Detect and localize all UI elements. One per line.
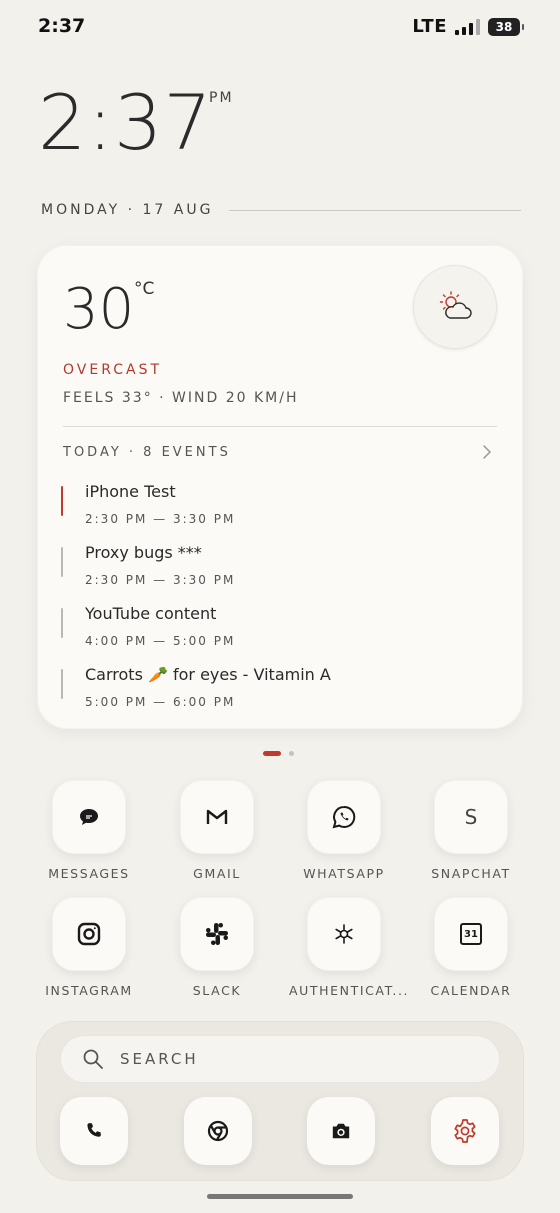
temperature-unit: °C bbox=[134, 279, 155, 299]
phone-icon bbox=[87, 1123, 101, 1137]
weather-icon-button[interactable] bbox=[413, 265, 497, 349]
messages-icon bbox=[80, 809, 98, 825]
gmail-icon bbox=[206, 809, 228, 824]
app-label: CALENDAR bbox=[430, 983, 512, 998]
whatsapp-icon bbox=[332, 805, 356, 829]
event-bar bbox=[61, 547, 63, 577]
clock-ampm: PM bbox=[209, 90, 234, 106]
status-time: 2:37 bbox=[38, 15, 86, 37]
date-divider bbox=[229, 209, 521, 211]
instagram-icon bbox=[77, 922, 101, 946]
calendar-icon-date: 31 bbox=[464, 928, 478, 940]
camera-icon bbox=[332, 1123, 350, 1139]
app-label: GMAIL bbox=[193, 866, 241, 881]
page-dot-active bbox=[263, 751, 281, 756]
search-label: SEARCH bbox=[120, 1050, 199, 1068]
event-time: 2:30 PM — 3:30 PM bbox=[85, 573, 236, 587]
battery-icon: 38 bbox=[488, 17, 524, 36]
app-label: SNAPCHAT bbox=[431, 866, 511, 881]
messages-app-icon[interactable] bbox=[52, 780, 126, 854]
settings-button[interactable] bbox=[431, 1097, 499, 1165]
chevron-right-icon[interactable] bbox=[481, 444, 493, 460]
event-time: 5:00 PM — 6:00 PM bbox=[85, 695, 236, 709]
app-instagram[interactable]: INSTAGRAM bbox=[34, 897, 144, 998]
event-title: YouTube content bbox=[85, 604, 217, 623]
authenticator-icon bbox=[335, 924, 353, 944]
calendar-icon: 31 bbox=[460, 923, 482, 945]
dock: SEARCH bbox=[36, 1021, 524, 1181]
slack-app-icon[interactable] bbox=[180, 897, 254, 971]
chrome-icon bbox=[207, 1120, 229, 1142]
status-indicators: LTE 38 bbox=[412, 16, 524, 37]
home-indicator[interactable] bbox=[207, 1194, 353, 1199]
event-bar bbox=[61, 669, 63, 699]
weather-details: FEELS 33° · WIND 20 KM/H bbox=[63, 390, 299, 406]
search-bar[interactable]: SEARCH bbox=[60, 1035, 500, 1083]
date-row: MONDAY · 17 AUG bbox=[41, 202, 521, 218]
chrome-button[interactable] bbox=[184, 1097, 252, 1165]
event-title: Carrots 🥕 for eyes - Vitamin A bbox=[85, 665, 331, 684]
app-label: SLACK bbox=[192, 983, 242, 998]
search-icon bbox=[83, 1049, 103, 1069]
authenticator-app-icon[interactable] bbox=[307, 897, 381, 971]
event-title: iPhone Test bbox=[85, 482, 176, 501]
app-label: INSTAGRAM bbox=[45, 983, 133, 998]
weather-calendar-widget[interactable]: 30 °C OVERCAST FEELS 33° · WIND 20 KM/H … bbox=[37, 245, 523, 729]
snapchat-app-icon[interactable]: S bbox=[434, 780, 508, 854]
app-gmail[interactable]: GMAIL bbox=[162, 780, 272, 881]
date-label: MONDAY · 17 AUG bbox=[41, 202, 214, 218]
app-slack[interactable]: SLACK bbox=[162, 897, 272, 998]
instagram-app-icon[interactable] bbox=[52, 897, 126, 971]
network-type: LTE bbox=[412, 16, 447, 37]
event-title: Proxy bugs *** bbox=[85, 543, 202, 562]
home-clock: 2:37 bbox=[38, 78, 213, 167]
slack-icon bbox=[206, 923, 228, 945]
event-time: 4:00 PM — 5:00 PM bbox=[85, 634, 236, 648]
app-label: MESSAGES bbox=[48, 866, 130, 881]
camera-button[interactable] bbox=[307, 1097, 375, 1165]
widget-divider bbox=[63, 426, 497, 427]
page-dot bbox=[289, 751, 294, 756]
app-snapchat[interactable]: S SNAPCHAT bbox=[416, 780, 526, 881]
app-messages[interactable]: MESSAGES bbox=[34, 780, 144, 881]
app-label: AUTHENTICAT... bbox=[289, 983, 410, 998]
snapchat-icon: S bbox=[464, 805, 478, 829]
settings-icon bbox=[454, 1119, 476, 1143]
page-indicator[interactable] bbox=[263, 751, 294, 756]
status-bar: 2:37 LTE 38 bbox=[0, 0, 560, 56]
phone-button[interactable] bbox=[60, 1097, 128, 1165]
partly-cloudy-icon bbox=[439, 291, 472, 319]
weather-condition: OVERCAST bbox=[63, 362, 163, 378]
event-bar bbox=[61, 608, 63, 638]
whatsapp-app-icon[interactable] bbox=[307, 780, 381, 854]
event-bar bbox=[61, 486, 63, 516]
calendar-app-icon[interactable]: 31 bbox=[434, 897, 508, 971]
temperature: 30 bbox=[63, 277, 135, 342]
app-whatsapp[interactable]: WHATSAPP bbox=[289, 780, 399, 881]
signal-icon bbox=[455, 18, 480, 35]
app-calendar[interactable]: 31 CALENDAR bbox=[416, 897, 526, 998]
gmail-app-icon[interactable] bbox=[180, 780, 254, 854]
app-authenticator[interactable]: AUTHENTICAT... bbox=[289, 897, 410, 998]
event-time: 2:30 PM — 3:30 PM bbox=[85, 512, 236, 526]
app-label: WHATSAPP bbox=[303, 866, 385, 881]
events-header: TODAY · 8 EVENTS bbox=[63, 445, 231, 460]
